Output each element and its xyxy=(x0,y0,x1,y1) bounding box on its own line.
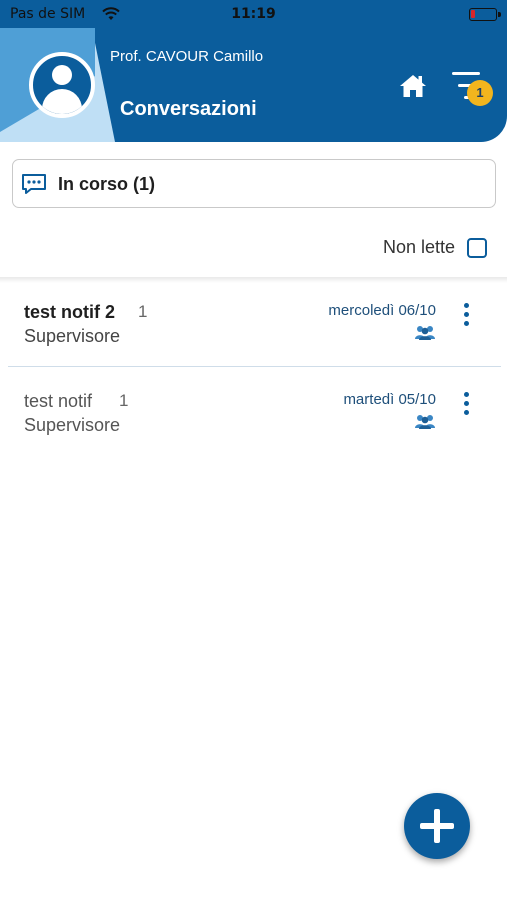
user-name: Prof. CAVOUR Camillo xyxy=(110,48,264,65)
avatar-icon[interactable] xyxy=(29,52,95,118)
clock: 11:19 xyxy=(231,6,276,22)
conversation-date: martedì 05/10 xyxy=(343,391,436,408)
conversation-subject: test notif xyxy=(24,391,93,411)
status-filter-dropdown[interactable]: In corso (1) xyxy=(12,159,496,208)
conversation-date: mercoledì 06/10 xyxy=(328,302,436,319)
new-conversation-button[interactable] xyxy=(404,793,470,859)
conversation-item[interactable]: test notif 2 1 Supervisore mercoledì 06/… xyxy=(0,280,507,368)
unread-filter-label: Non lette xyxy=(382,237,455,257)
group-icon xyxy=(414,413,436,433)
app-header: Prof. CAVOUR Camillo Conversazioni 1 xyxy=(0,28,507,142)
conversation-message-count: 1 xyxy=(119,391,129,410)
home-icon[interactable] xyxy=(398,72,428,100)
plus-icon-vertical xyxy=(434,809,440,843)
status-filter-label: In corso (1) xyxy=(58,174,156,194)
unread-filter[interactable]: Non lette xyxy=(347,236,487,260)
conversation-role: Supervisore xyxy=(24,415,121,435)
conversation-message-count: 1 xyxy=(138,302,148,321)
battery-icon xyxy=(469,8,501,21)
more-vertical-icon[interactable] xyxy=(459,392,475,418)
group-icon xyxy=(414,324,436,344)
notification-badge: 1 xyxy=(467,80,493,106)
more-vertical-icon[interactable] xyxy=(459,303,475,329)
unread-checkbox[interactable] xyxy=(467,238,487,258)
page-title: Conversazioni xyxy=(120,98,257,120)
status-bar: Pas de SIM 11:19 xyxy=(0,0,507,28)
chat-icon xyxy=(20,172,48,200)
conversation-item[interactable]: test notif 1 Supervisore martedì 05/10 xyxy=(0,369,507,457)
conversation-role: Supervisore xyxy=(24,326,121,346)
conversation-subject: test notif 2 xyxy=(24,302,116,322)
row-divider xyxy=(8,366,501,367)
